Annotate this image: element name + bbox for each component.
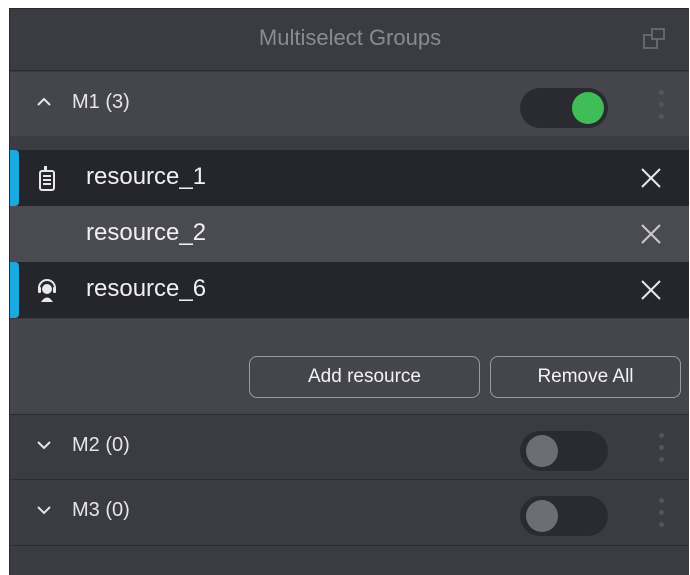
popout-window-icon[interactable] xyxy=(642,27,666,51)
group-actions: Add resource Remove All xyxy=(10,319,689,415)
group-label-m3: M3 (0) xyxy=(72,499,130,521)
group-toggle-m3[interactable] xyxy=(520,496,608,536)
group-header-m1[interactable]: M1 (3) xyxy=(10,72,689,150)
close-icon[interactable] xyxy=(637,276,665,304)
radio-device-icon xyxy=(39,166,55,191)
selection-accent-bar xyxy=(10,262,19,318)
resource-name: resource_1 xyxy=(86,163,207,190)
panel-footer xyxy=(10,546,689,575)
add-resource-button[interactable]: Add resource xyxy=(249,356,480,398)
resource-row-6[interactable]: resource_6 xyxy=(10,262,689,318)
more-options-icon[interactable] xyxy=(659,433,665,467)
panel-header: Multiselect Groups xyxy=(10,9,689,71)
chevron-down-icon[interactable] xyxy=(36,439,52,451)
resource-name: resource_2 xyxy=(86,219,207,246)
chevron-up-icon[interactable] xyxy=(36,96,52,108)
multiselect-groups-panel: Multiselect Groups M1 (3) resource_1 res… xyxy=(9,8,689,575)
toggle-knob xyxy=(526,500,558,532)
group-toggle-m2[interactable] xyxy=(520,431,608,471)
chevron-down-icon[interactable] xyxy=(36,504,52,516)
group-label-m1: M1 (3) xyxy=(72,91,130,113)
group-header-m3[interactable]: M3 (0) xyxy=(10,480,689,546)
more-options-icon[interactable] xyxy=(659,90,665,124)
resource-name: resource_6 xyxy=(86,275,207,302)
close-icon[interactable] xyxy=(637,220,665,248)
selection-accent-bar xyxy=(10,150,19,206)
resource-row-1[interactable]: resource_1 xyxy=(10,150,689,206)
toggle-knob xyxy=(526,435,558,467)
close-icon[interactable] xyxy=(637,164,665,192)
panel-title: Multiselect Groups xyxy=(258,25,442,50)
resource-row-2[interactable]: resource_2 xyxy=(10,206,689,262)
group-toggle-m1[interactable] xyxy=(520,88,608,128)
group-label-m2: M2 (0) xyxy=(72,434,130,456)
remove-all-button[interactable]: Remove All xyxy=(490,356,681,398)
group-header-m2[interactable]: M2 (0) xyxy=(10,414,689,480)
more-options-icon[interactable] xyxy=(659,498,665,532)
toggle-knob xyxy=(572,92,604,124)
headset-user-icon xyxy=(38,279,56,302)
